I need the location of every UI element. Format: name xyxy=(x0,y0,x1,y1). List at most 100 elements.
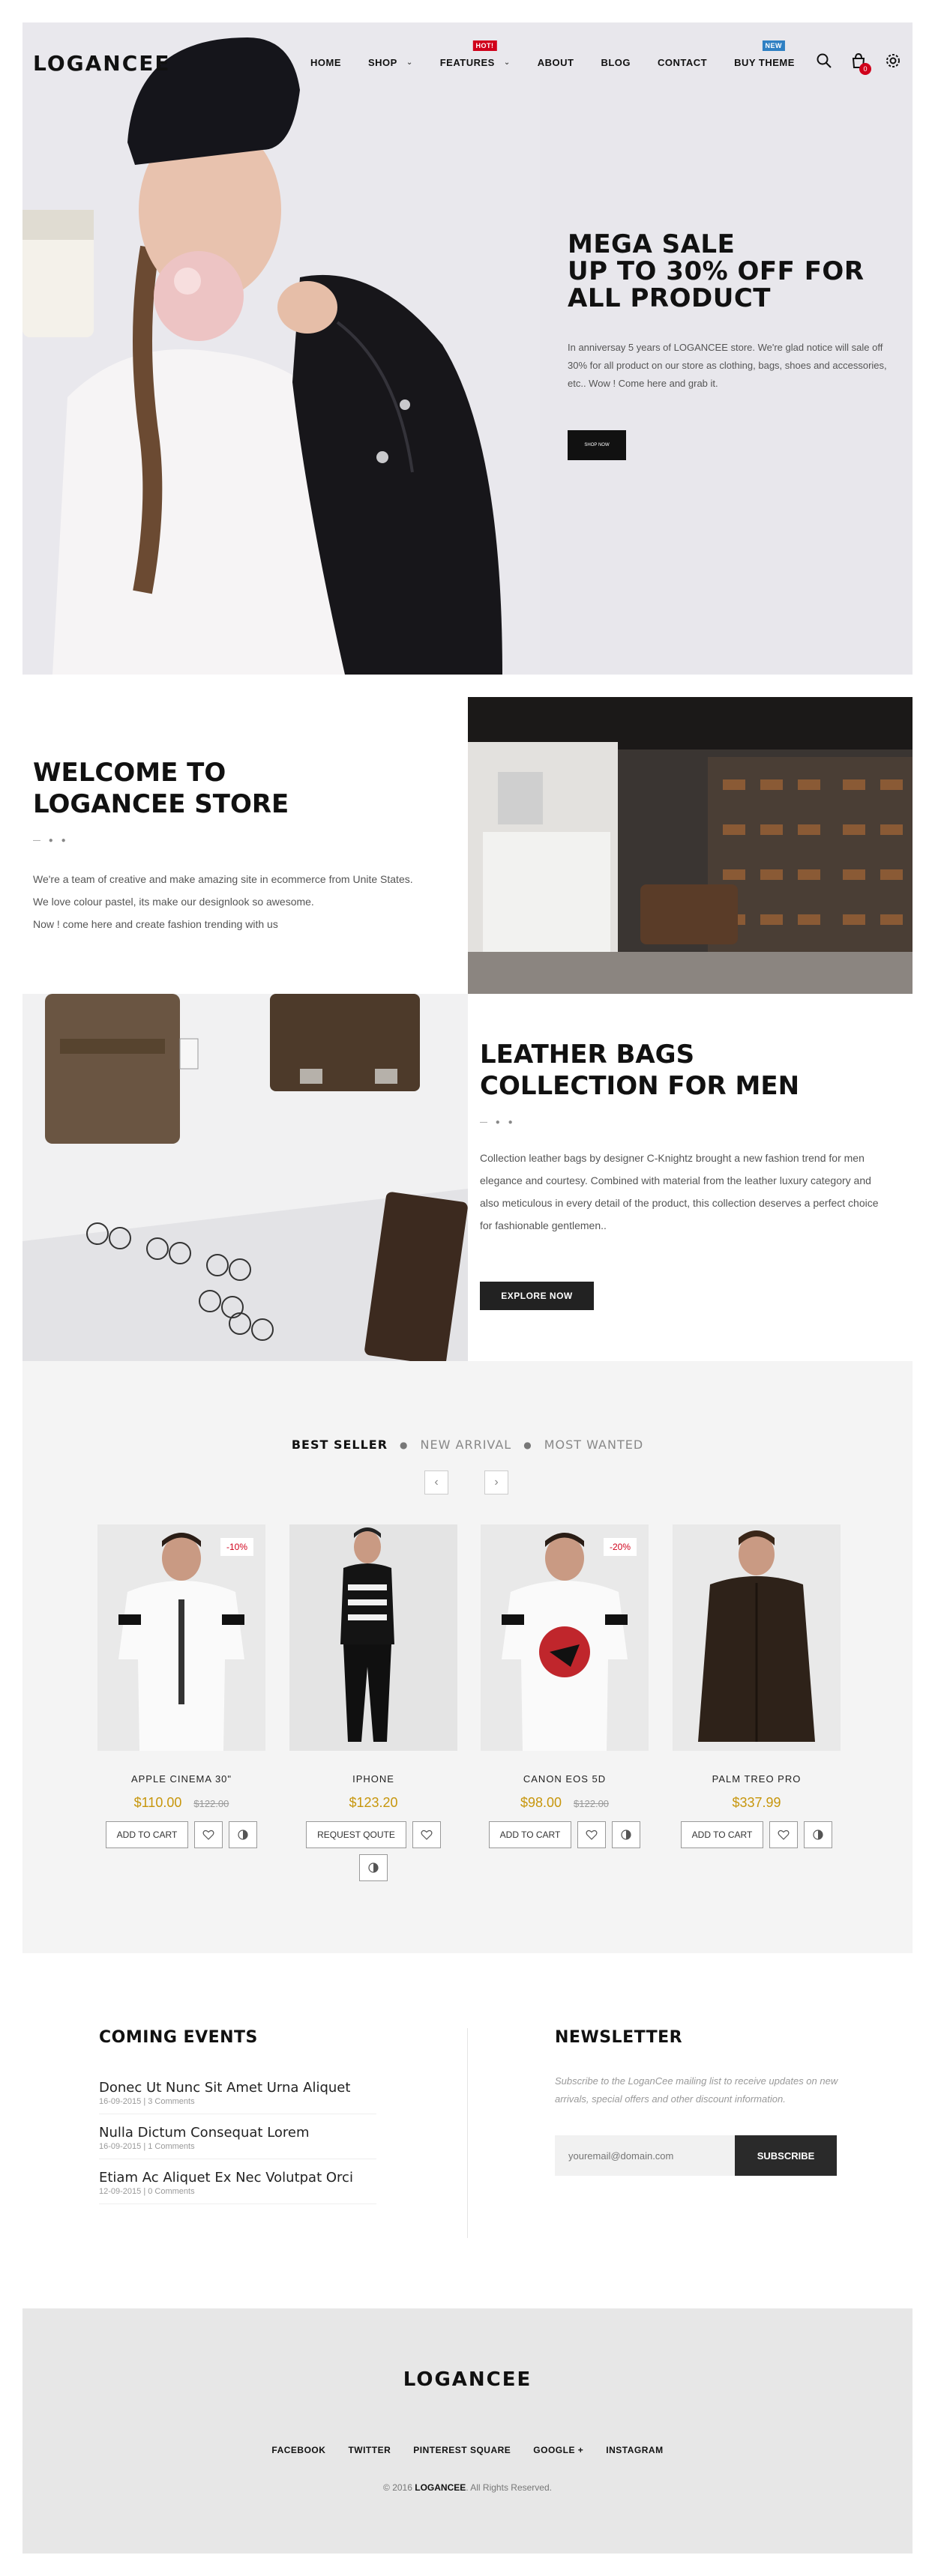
shop-now-button[interactable]: SHOP NOW xyxy=(568,430,626,460)
product-card[interactable]: PALM TREO PRO $337.99 ADD TO CART xyxy=(673,1524,841,1848)
newsletter-form: SUBSCRIBE xyxy=(555,2135,840,2176)
email-input[interactable] xyxy=(555,2135,735,2176)
nav-badge: NEW xyxy=(762,40,785,51)
sale-badge: -10% xyxy=(220,1538,253,1556)
welcome-title: WELCOME TO LOGANCEE STORE xyxy=(33,757,289,820)
events-title: COMING EVENTS xyxy=(99,2028,258,2047)
wishlist-heart-icon[interactable] xyxy=(769,1821,799,1848)
store-interior-image xyxy=(468,697,913,994)
copyright-year: © 2016 xyxy=(383,2482,412,2493)
products-section: BEST SELLER ● NEW ARRIVAL ● MOST WANTED ‹ › … xyxy=(22,1361,913,1953)
leather-title: LEATHER BAGS COLLECTION FOR MEN xyxy=(480,1039,799,1102)
event-item: Nulla Dictum Consequat Lorem 16-09-2015 |… xyxy=(99,2125,376,2159)
nav-item-blog[interactable]: BLOG xyxy=(601,57,631,68)
next-arrow-icon[interactable]: › xyxy=(484,1471,508,1494)
product-name[interactable]: CANON EOS 5D xyxy=(481,1773,649,1785)
nav-item-label: ABOUT xyxy=(537,57,574,68)
hero-model-image xyxy=(22,22,540,675)
prev-arrow-icon[interactable]: ‹ xyxy=(424,1471,448,1494)
footer-link-google-plus[interactable]: GOOGLE + xyxy=(533,2445,583,2455)
nav-item-home[interactable]: HOME xyxy=(310,57,341,68)
nav-item-label: HOME xyxy=(310,57,341,68)
header-tools: 0 xyxy=(816,52,901,75)
footer-link-twitter[interactable]: TWITTER xyxy=(348,2445,391,2455)
product-name[interactable]: APPLE CINEMA 30" xyxy=(97,1773,265,1785)
nav-badge: HOT! xyxy=(472,40,497,51)
product-actions: ADD TO CART xyxy=(481,1821,649,1848)
nav-item-label: BUY THEME xyxy=(734,57,795,68)
carousel-arrows: ‹ › xyxy=(424,1471,508,1494)
request-quote-button[interactable]: REQUEST QOUTE xyxy=(306,1821,406,1848)
event-title[interactable]: Donec Ut Nunc Sit Amet Urna Aliquet xyxy=(99,2080,376,2096)
sale-badge: -20% xyxy=(603,1538,637,1556)
divider-ornament: — ● ● xyxy=(33,836,69,845)
chevron-down-icon: ⌄ xyxy=(406,58,413,67)
add-to-cart-button[interactable]: ADD TO CART xyxy=(680,1821,764,1848)
footer-logo[interactable]: LOGANCEE xyxy=(22,2368,913,2391)
product-card[interactable]: -10% APPLE CINEMA 30" $110.00 $122.00 ADD TO… xyxy=(97,1524,265,1848)
product-price-row: $98.00 $122.00 xyxy=(481,1795,649,1811)
site-logo[interactable]: LOGANCEE xyxy=(33,51,171,76)
settings-icon[interactable] xyxy=(885,52,901,69)
event-title[interactable]: Nulla Dictum Consequat Lorem xyxy=(99,2125,376,2141)
footer-link-pinterest[interactable]: PINTEREST SQUARE xyxy=(413,2445,511,2455)
cart-icon[interactable]: 0 xyxy=(850,52,871,75)
footer-link-facebook[interactable]: FACEBOOK xyxy=(271,2445,325,2455)
tab-best-seller[interactable]: BEST SELLER xyxy=(292,1438,388,1452)
footer-link-instagram[interactable]: INSTAGRAM xyxy=(606,2445,663,2455)
product-price-row: $337.99 xyxy=(673,1795,841,1811)
cart-count-badge: 0 xyxy=(859,63,871,75)
add-to-cart-button[interactable]: ADD TO CART xyxy=(105,1821,189,1848)
newsletter: NEWSLETTER Subscribe to the LoganCee mai… xyxy=(555,2028,840,2176)
compare-icon[interactable] xyxy=(359,1854,388,1881)
compare-icon[interactable] xyxy=(804,1821,833,1848)
nav-item-contact[interactable]: CONTACT xyxy=(658,57,707,68)
welcome-title-line: LOGANCEE STORE xyxy=(33,789,289,819)
hero-title-line: MEGA SALE xyxy=(568,229,736,259)
wishlist-heart-icon[interactable] xyxy=(194,1821,223,1848)
subscribe-button[interactable]: SUBSCRIBE xyxy=(735,2135,837,2176)
event-title[interactable]: Etiam Ac Aliquet Ex Nec Volutpat Orci xyxy=(99,2170,376,2186)
nav-item-features[interactable]: FEATURES ⌄ HOT! xyxy=(440,40,511,68)
product-card[interactable]: IPHONE $123.20 REQUEST QOUTE xyxy=(289,1524,457,1881)
tab-separator: ● xyxy=(523,1439,532,1450)
leather-bags-image xyxy=(22,994,468,1361)
product-image[interactable] xyxy=(289,1524,457,1751)
compare-icon[interactable] xyxy=(229,1821,258,1848)
product-image[interactable]: -10% xyxy=(97,1524,265,1751)
product-price: $337.99 xyxy=(732,1795,781,1810)
wishlist-heart-icon[interactable] xyxy=(412,1821,441,1848)
leather-collection-section: LEATHER BAGS COLLECTION FOR MEN — ● ● Co… xyxy=(468,994,913,1361)
product-card[interactable]: -20% CANON EOS 5D $98.00 $122.00 ADD TO CART xyxy=(481,1524,649,1848)
hero-title-line: UP TO 30% OFF FOR xyxy=(568,256,865,286)
product-old-price: $122.00 xyxy=(193,1798,229,1809)
welcome-text-line: We're a team of creative and make amazin… xyxy=(33,873,413,885)
nav-item-about[interactable]: ABOUT xyxy=(538,57,574,68)
search-icon[interactable] xyxy=(816,52,832,69)
main-nav: HOME SHOP ⌄ FEATURES ⌄ HOT! ABOUT BLOG CONTACT BU… xyxy=(310,40,822,68)
nav-item-shop[interactable]: SHOP ⌄ xyxy=(368,57,413,68)
tab-new-arrival[interactable]: NEW ARRIVAL xyxy=(421,1438,512,1452)
product-name[interactable]: PALM TREO PRO xyxy=(673,1773,841,1785)
footer-social-links: FACEBOOK TWITTER PINTEREST SQUARE GOOGLE… xyxy=(22,2445,913,2455)
wishlist-heart-icon[interactable] xyxy=(577,1821,607,1848)
hero-title: MEGA SALE UP TO 30% OFF FOR ALL PRODUCT xyxy=(568,231,890,312)
product-name[interactable]: IPHONE xyxy=(289,1773,457,1785)
product-actions: ADD TO CART xyxy=(97,1821,265,1848)
product-tabs: BEST SELLER ● NEW ARRIVAL ● MOST WANTED xyxy=(22,1438,913,1452)
add-to-cart-button[interactable]: ADD TO CART xyxy=(488,1821,572,1848)
event-meta: 16-09-2015 | 1 Comments xyxy=(99,2142,195,2151)
leather-title-line: LEATHER BAGS xyxy=(480,1040,695,1070)
hero-title-line: ALL PRODUCT xyxy=(568,283,771,313)
events-list: Donec Ut Nunc Sit Amet Urna Aliquet 16-09… xyxy=(99,2080,399,2204)
compare-icon[interactable] xyxy=(612,1821,641,1848)
copyright-brand[interactable]: LOGANCEE xyxy=(415,2482,466,2493)
explore-now-button[interactable]: EXPLORE NOW xyxy=(480,1282,594,1310)
product-image[interactable] xyxy=(673,1524,841,1751)
product-image[interactable]: -20% xyxy=(481,1524,649,1751)
tab-most-wanted[interactable]: MOST WANTED xyxy=(544,1438,643,1452)
product-price: $98.00 xyxy=(520,1795,562,1810)
product-price: $123.20 xyxy=(349,1795,398,1810)
copyright: © 2016 LOGANCEE. All Rights Reserved. xyxy=(22,2482,913,2493)
nav-item-buy-theme[interactable]: BUY THEME NEW xyxy=(734,40,795,68)
